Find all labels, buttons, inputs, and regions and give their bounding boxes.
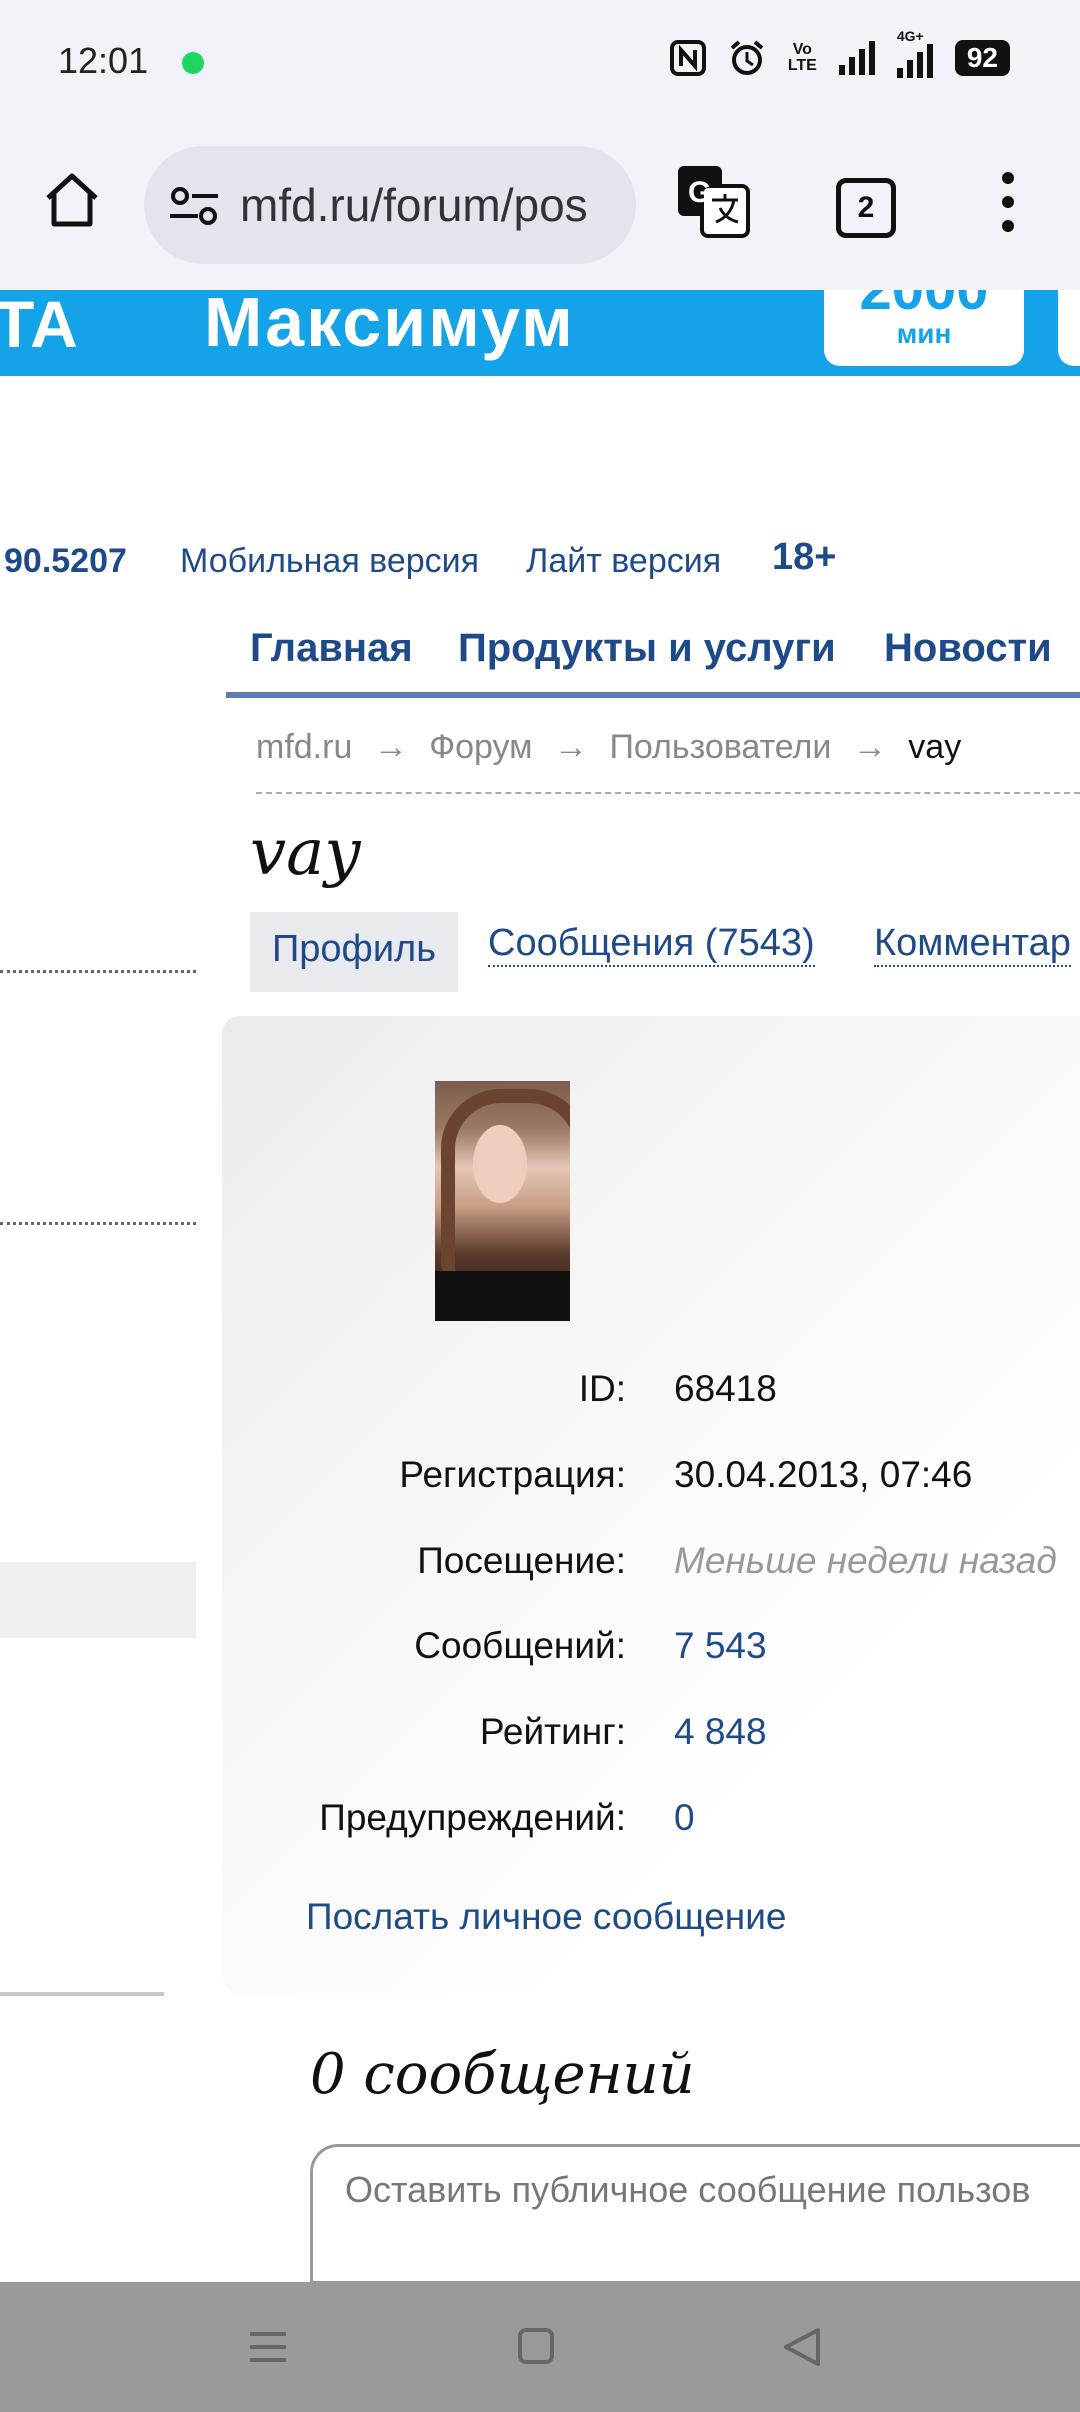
breadcrumb: mfd.ru → Форум → Пользователи → vay bbox=[256, 728, 961, 767]
banner-text-left: ТА bbox=[0, 290, 78, 361]
page-title: vay bbox=[250, 816, 361, 890]
banner-text-main: Максимум bbox=[204, 290, 575, 361]
alarm-icon bbox=[730, 40, 764, 75]
banner-card-2 bbox=[1058, 290, 1080, 366]
system-nav-bar bbox=[0, 2282, 1080, 2412]
nav-news[interactable]: Новости bbox=[884, 626, 1052, 671]
breadcrumb-divider bbox=[256, 792, 1080, 794]
profile-card bbox=[222, 1016, 1080, 1994]
status-time: 12:01 bbox=[58, 40, 149, 81]
send-private-message-link[interactable]: Послать личное сообщение bbox=[306, 1896, 786, 1938]
mobile-version-link[interactable]: Мобильная версия bbox=[180, 542, 479, 581]
tab-switcher-button[interactable]: 2 bbox=[836, 178, 896, 238]
recents-icon[interactable] bbox=[208, 2282, 328, 2412]
nav-products[interactable]: Продукты и услуги bbox=[458, 626, 836, 671]
breadcrumb-home[interactable]: mfd.ru bbox=[256, 728, 352, 766]
spotify-dot-icon bbox=[182, 52, 204, 74]
tab-profile[interactable]: Профиль bbox=[250, 912, 458, 992]
sidebar-block bbox=[0, 1562, 196, 1638]
breadcrumb-separator: → bbox=[852, 728, 887, 766]
nav-main[interactable]: Главная bbox=[250, 626, 413, 671]
status-icons: Vo LTE 4G+ 92 bbox=[669, 28, 1010, 78]
quote-value[interactable]: 90.5207 bbox=[4, 542, 127, 581]
field-value-id: 68418 bbox=[674, 1368, 777, 1409]
sidebar-divider bbox=[0, 1222, 196, 1225]
breadcrumb-separator: → bbox=[554, 728, 588, 766]
sidebar-divider bbox=[0, 970, 196, 973]
field-label-registration: Регистрация: bbox=[399, 1454, 626, 1495]
public-message-placeholder: Оставить публичное сообщение пользов bbox=[345, 2169, 1031, 2210]
svg-text:G: G bbox=[688, 176, 711, 209]
home-nav-icon[interactable] bbox=[476, 2282, 596, 2412]
ad-banner[interactable]: ТА Максимум 2000 мин bbox=[0, 290, 1080, 376]
overflow-menu-icon[interactable] bbox=[996, 172, 1020, 244]
lite-version-link[interactable]: Лайт версия bbox=[526, 542, 721, 581]
4g-signal-icon: 4G+ bbox=[896, 28, 933, 78]
field-value-rating[interactable]: 4 848 bbox=[674, 1711, 767, 1753]
url-bar[interactable]: mfd.ru/forum/pos bbox=[144, 146, 636, 264]
volte-line2: LTE bbox=[787, 57, 817, 74]
field-label-warnings: Предупреждений: bbox=[319, 1797, 626, 1838]
home-icon[interactable] bbox=[40, 168, 104, 232]
signal-icon bbox=[838, 41, 875, 75]
wall-count-title: 0 сообщений bbox=[310, 2042, 695, 2107]
banner-card: 2000 мин bbox=[824, 290, 1024, 366]
breadcrumb-current: vay bbox=[908, 728, 962, 766]
public-message-input[interactable]: Оставить публичное сообщение пользов bbox=[310, 2144, 1080, 2284]
age-badge: 18+ bbox=[772, 536, 837, 578]
site-settings-icon[interactable] bbox=[168, 184, 220, 228]
banner-card-unit: мин bbox=[896, 318, 952, 349]
status-bar: 12:01 Vo LTE 4G+ 92 bbox=[0, 0, 1080, 126]
field-value-messages[interactable]: 7 543 bbox=[674, 1625, 767, 1667]
breadcrumb-separator: → bbox=[373, 728, 408, 766]
browser-toolbar: mfd.ru/forum/pos G 2 bbox=[0, 126, 1080, 290]
avatar bbox=[435, 1081, 570, 1321]
field-label-rating: Рейтинг: bbox=[479, 1711, 626, 1752]
field-value-visit: Меньше недели назад bbox=[674, 1540, 1057, 1581]
nfc-icon bbox=[669, 40, 706, 76]
tab-messages[interactable]: Сообщения (7543) bbox=[488, 922, 815, 967]
field-label-messages: Сообщений: bbox=[414, 1625, 626, 1666]
volte-icon: Vo LTE bbox=[788, 42, 817, 74]
tab-comments[interactable]: Комментар bbox=[874, 922, 1071, 967]
breadcrumb-users[interactable]: Пользователи bbox=[609, 728, 831, 766]
battery-icon: 92 bbox=[954, 40, 1010, 76]
field-label-id: ID: bbox=[578, 1368, 626, 1409]
translate-icon[interactable]: G bbox=[676, 164, 752, 240]
field-value-warnings[interactable]: 0 bbox=[674, 1797, 695, 1839]
network-type: 4G+ bbox=[896, 28, 924, 44]
back-icon[interactable] bbox=[742, 2282, 862, 2412]
field-value-registration: 30.04.2013, 07:46 bbox=[674, 1454, 973, 1495]
breadcrumb-forum[interactable]: Форум bbox=[429, 728, 532, 766]
nav-underline bbox=[226, 692, 1080, 698]
url-text[interactable]: mfd.ru/forum/pos bbox=[240, 178, 588, 232]
volte-line1: Vo bbox=[792, 41, 812, 58]
field-label-visit: Посещение: bbox=[417, 1540, 626, 1581]
sidebar-divider bbox=[0, 1992, 164, 1996]
